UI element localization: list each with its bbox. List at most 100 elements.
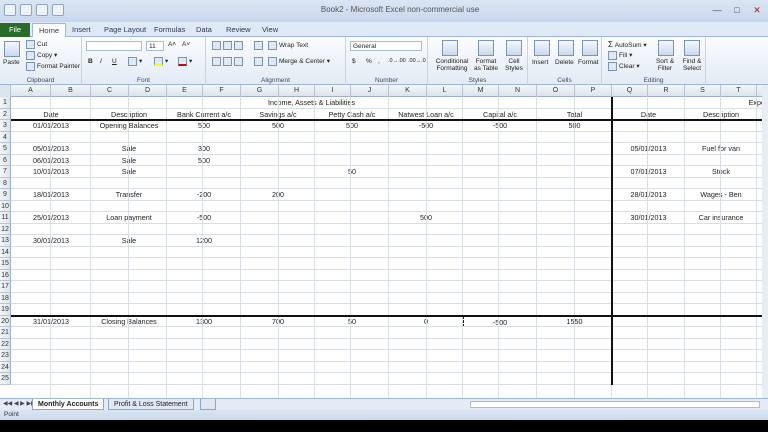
undo-icon[interactable] bbox=[36, 4, 48, 16]
comma-button[interactable]: , bbox=[378, 58, 380, 65]
align-top-buttons[interactable] bbox=[212, 41, 245, 50]
tab-data[interactable]: Data bbox=[190, 23, 218, 37]
row-header[interactable]: 15 bbox=[0, 258, 11, 270]
font-color-button[interactable]: ▾ bbox=[178, 57, 192, 66]
row-header[interactable]: 10 bbox=[0, 200, 11, 212]
row-header[interactable]: 23 bbox=[0, 350, 11, 362]
tab-insert[interactable]: Insert bbox=[66, 23, 97, 37]
column-header[interactable]: M bbox=[463, 85, 499, 97]
bold-button[interactable]: B bbox=[88, 58, 93, 65]
percent-button[interactable]: % bbox=[366, 58, 372, 65]
format-table-icon[interactable] bbox=[478, 40, 494, 56]
column-header[interactable]: C bbox=[91, 85, 129, 97]
format-as-table-button[interactable]: Format as Table bbox=[473, 58, 499, 72]
row-header[interactable]: 25 bbox=[0, 373, 11, 385]
tab-page-layout[interactable]: Page Layout bbox=[98, 23, 152, 37]
currency-button[interactable]: $ bbox=[352, 58, 356, 65]
restore-icon[interactable]: □ bbox=[728, 2, 746, 18]
row-header[interactable]: 22 bbox=[0, 338, 11, 350]
row-header[interactable]: 5 bbox=[0, 143, 11, 155]
row-header[interactable]: 4 bbox=[0, 131, 11, 143]
shrink-font-button[interactable]: A˅ bbox=[182, 41, 190, 48]
column-header[interactable]: B bbox=[51, 85, 91, 97]
horizontal-scrollbar[interactable] bbox=[470, 401, 760, 408]
row-header[interactable]: 8 bbox=[0, 177, 11, 189]
merge-center-button[interactable]: Merge & Center ▾ bbox=[268, 57, 330, 66]
font-size-combo[interactable]: 11 bbox=[146, 41, 164, 51]
sheet-tab-profit-loss[interactable]: Profit & Loss Statement bbox=[108, 399, 194, 410]
column-header[interactable]: G bbox=[241, 85, 279, 97]
indent-buttons[interactable] bbox=[254, 57, 265, 66]
row-header[interactable]: 21 bbox=[0, 327, 11, 339]
column-header[interactable]: J bbox=[351, 85, 389, 97]
cut-button[interactable]: Cut bbox=[26, 40, 47, 49]
number-format-combo[interactable]: General bbox=[350, 41, 422, 51]
orientation-button[interactable] bbox=[254, 41, 265, 50]
column-header[interactable]: I bbox=[315, 85, 351, 97]
borders-button[interactable]: ▾ bbox=[128, 57, 142, 66]
redo-icon[interactable] bbox=[52, 4, 64, 16]
autosum-button[interactable]: Σ AutoSum ▾ bbox=[608, 40, 647, 49]
column-header[interactable]: T bbox=[721, 85, 757, 97]
column-header[interactable]: D bbox=[129, 85, 167, 97]
row-header[interactable]: 7 bbox=[0, 166, 11, 178]
paste-button[interactable]: Paste bbox=[3, 59, 20, 66]
format-button[interactable]: Format bbox=[578, 59, 599, 66]
column-header[interactable]: P bbox=[575, 85, 612, 97]
tab-file[interactable]: File bbox=[0, 23, 30, 37]
tab-formulas[interactable]: Formulas bbox=[148, 23, 191, 37]
column-header[interactable]: N bbox=[499, 85, 537, 97]
insert-cells-icon[interactable] bbox=[534, 40, 550, 56]
save-icon[interactable] bbox=[20, 4, 32, 16]
column-header[interactable]: R bbox=[648, 85, 685, 97]
cell-styles-icon[interactable] bbox=[506, 40, 522, 56]
copy-button[interactable]: Copy ▾ bbox=[26, 51, 57, 60]
binoculars-icon[interactable] bbox=[684, 40, 700, 56]
worksheet-grid[interactable]: ABCDEFGHIJKLMNOPQRSTU 123456789101112131… bbox=[0, 85, 762, 398]
sort-filter-icon[interactable] bbox=[658, 40, 674, 56]
clear-button[interactable]: Clear ▾ bbox=[608, 62, 640, 71]
cell-styles-button[interactable]: Cell Styles bbox=[502, 58, 526, 72]
find-select-button[interactable]: Find & Select bbox=[678, 58, 706, 72]
column-header[interactable]: O bbox=[537, 85, 575, 97]
tab-view[interactable]: View bbox=[256, 23, 284, 37]
vertical-scrollbar[interactable] bbox=[762, 85, 768, 398]
row-header[interactable]: 2 bbox=[0, 108, 11, 120]
select-all-corner[interactable] bbox=[0, 85, 11, 97]
grow-font-button[interactable]: A˄ bbox=[168, 41, 176, 48]
minimize-icon[interactable]: — bbox=[708, 2, 726, 18]
close-icon[interactable]: ✕ bbox=[748, 2, 766, 18]
row-header[interactable]: 9 bbox=[0, 189, 11, 201]
row-header[interactable]: 11 bbox=[0, 212, 11, 224]
font-name-combo[interactable] bbox=[86, 41, 142, 51]
row-header[interactable]: 1 bbox=[0, 97, 11, 109]
row-header[interactable]: 14 bbox=[0, 246, 11, 258]
conditional-formatting-button[interactable]: Conditional Formatting bbox=[431, 58, 473, 72]
underline-button[interactable]: U bbox=[112, 58, 117, 65]
format-cells-icon[interactable] bbox=[582, 40, 598, 56]
column-header[interactable]: F bbox=[203, 85, 241, 97]
row-header[interactable]: 17 bbox=[0, 281, 11, 293]
sheet-tab-monthly-accounts[interactable]: Monthly Accounts bbox=[32, 399, 105, 410]
row-header[interactable]: 20 bbox=[0, 315, 11, 327]
row-header[interactable]: 24 bbox=[0, 361, 11, 373]
row-header[interactable]: 3 bbox=[0, 120, 11, 132]
column-header[interactable]: A bbox=[11, 85, 51, 97]
row-header[interactable]: 16 bbox=[0, 269, 11, 281]
column-header[interactable]: S bbox=[685, 85, 721, 97]
tab-home[interactable]: Home bbox=[32, 23, 67, 37]
column-header[interactable]: Q bbox=[612, 85, 648, 97]
delete-button[interactable]: Delete bbox=[555, 59, 574, 66]
column-header[interactable]: E bbox=[167, 85, 203, 97]
row-header[interactable]: 12 bbox=[0, 223, 11, 235]
increase-decimal-button[interactable]: .0→.00 bbox=[388, 58, 406, 64]
format-painter-button[interactable]: Format Painter bbox=[26, 62, 80, 71]
italic-button[interactable]: I bbox=[100, 58, 102, 65]
insert-button[interactable]: Insert bbox=[532, 59, 548, 66]
delete-cells-icon[interactable] bbox=[558, 40, 574, 56]
tab-review[interactable]: Review bbox=[220, 23, 257, 37]
fill-button[interactable]: Fill ▾ bbox=[608, 51, 632, 60]
conditional-formatting-icon[interactable] bbox=[442, 40, 458, 56]
row-header[interactable]: 18 bbox=[0, 292, 11, 304]
decrease-decimal-button[interactable]: .00→.0 bbox=[408, 58, 426, 64]
